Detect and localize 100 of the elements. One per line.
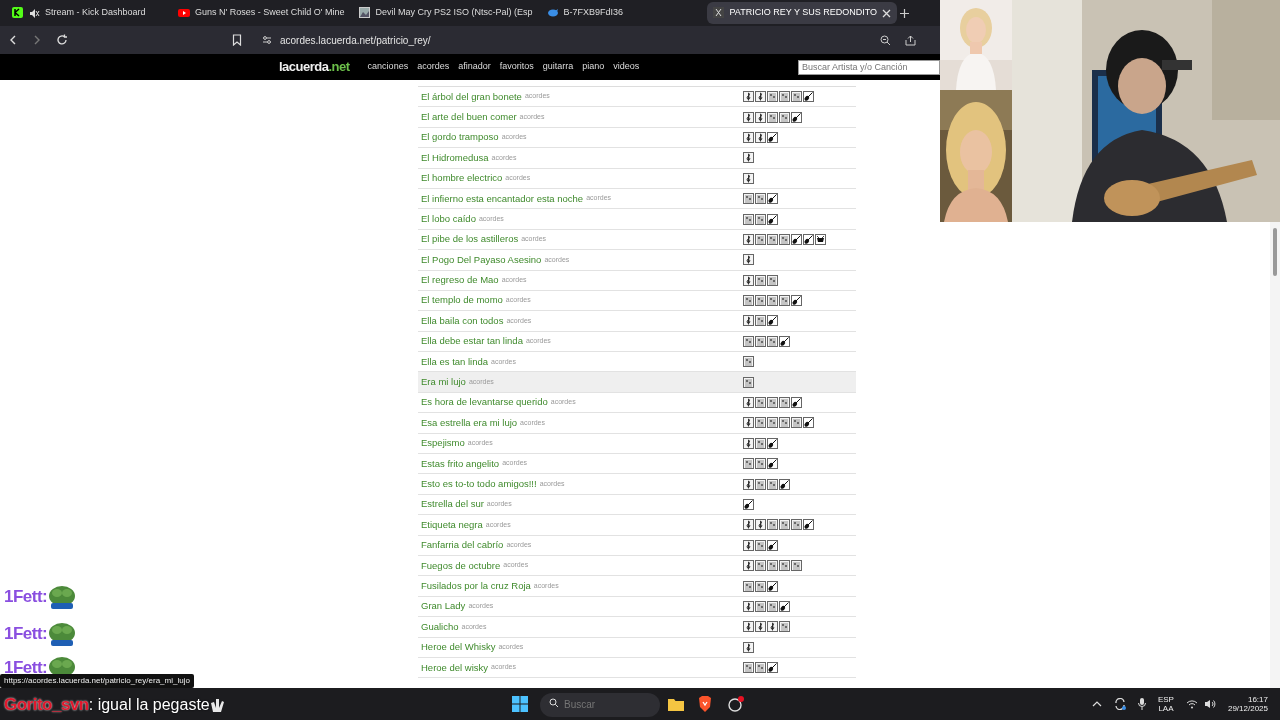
keyboard-layout[interactable]: LAA <box>1158 704 1174 714</box>
guitar-icon[interactable] <box>779 335 790 347</box>
guitar-icon[interactable] <box>791 295 802 307</box>
clef-icon[interactable] <box>743 600 754 612</box>
clef-icon[interactable] <box>743 478 754 490</box>
guitar-icon[interactable] <box>791 233 802 245</box>
clef-icon[interactable] <box>755 111 766 123</box>
guitar-icon[interactable] <box>803 519 814 531</box>
song-link[interactable]: Fanfarria del cabrío <box>421 538 504 553</box>
clef-icon[interactable] <box>743 519 754 531</box>
clef-icon[interactable] <box>743 641 754 653</box>
forward-icon[interactable] <box>32 35 42 45</box>
tablature-icon[interactable] <box>779 560 790 572</box>
tablature-icon[interactable] <box>767 274 778 286</box>
song-link[interactable]: Estrella del sur <box>421 497 484 512</box>
clef-icon[interactable] <box>743 539 754 551</box>
clef-icon[interactable] <box>743 621 754 633</box>
song-link[interactable]: El hombre electrico <box>421 171 503 186</box>
guitar-icon[interactable] <box>779 600 790 612</box>
song-link[interactable]: El árbol del gran bonete <box>421 89 522 104</box>
tablature-icon[interactable] <box>755 417 766 429</box>
tablature-icon[interactable] <box>791 91 802 103</box>
wifi-icon[interactable] <box>1185 699 1198 709</box>
song-link[interactable]: Gran Lady <box>421 599 466 614</box>
song-link[interactable]: Heroe del Whisky <box>421 640 496 655</box>
new-tab-icon[interactable] <box>899 7 911 19</box>
tablature-icon[interactable] <box>755 193 766 205</box>
song-link[interactable]: El gordo tramposo <box>421 130 499 145</box>
guitar-icon[interactable] <box>779 478 790 490</box>
tablature-icon[interactable] <box>755 315 766 327</box>
nav-link[interactable]: favoritos <box>499 60 534 74</box>
guitar-icon[interactable] <box>803 417 814 429</box>
clef-icon[interactable] <box>743 254 754 266</box>
song-link[interactable]: Ella debe estar tan linda <box>421 334 523 349</box>
clef-icon[interactable] <box>755 91 766 103</box>
back-icon[interactable] <box>8 35 18 45</box>
tablature-icon[interactable] <box>791 519 802 531</box>
tablature-icon[interactable] <box>767 397 778 409</box>
nav-link[interactable]: guitarra <box>542 60 574 74</box>
browser-tab[interactable]: Guns N' Roses - Sweet Child O' Mine <box>172 2 351 24</box>
tablature-icon[interactable] <box>755 580 766 592</box>
song-link[interactable]: Heroe del wisky <box>421 660 489 675</box>
tablature-icon[interactable] <box>755 458 766 470</box>
clef-icon[interactable] <box>743 560 754 572</box>
tablature-icon[interactable] <box>755 233 766 245</box>
guitar-icon[interactable] <box>767 662 778 674</box>
song-link[interactable]: Ella baila con todos <box>421 313 504 329</box>
tablature-icon[interactable] <box>755 478 766 490</box>
guitar-icon[interactable] <box>767 131 778 143</box>
song-link[interactable]: Era mi lujo <box>421 375 466 390</box>
song-link[interactable]: Esa estrella era mi lujo <box>421 415 518 431</box>
tablature-icon[interactable] <box>779 111 790 123</box>
sync-icon[interactable] <box>1113 698 1126 710</box>
song-link[interactable]: El arte del buen comer <box>421 109 517 125</box>
close-icon[interactable] <box>882 8 892 18</box>
guitar-icon[interactable] <box>767 437 778 449</box>
tablature-icon[interactable] <box>779 417 790 429</box>
zoom-icon[interactable] <box>880 34 891 46</box>
guitar-icon[interactable] <box>803 91 814 103</box>
tablature-icon[interactable] <box>767 91 778 103</box>
clef-icon[interactable] <box>743 397 754 409</box>
clock-date[interactable]: 29/12/2025 <box>1227 704 1268 714</box>
muted-icon[interactable] <box>29 7 40 19</box>
nav-link[interactable]: acordes <box>417 60 450 74</box>
tablature-icon[interactable] <box>743 356 754 368</box>
tablature-icon[interactable] <box>767 295 778 307</box>
guitar-icon[interactable] <box>791 397 802 409</box>
windows-start-icon[interactable] <box>512 696 528 712</box>
browser-tab[interactable]: Devil May Cry PS2 ISO (Ntsc-Pal) (Esp <box>352 2 539 24</box>
tablature-icon[interactable] <box>755 662 766 674</box>
browser-tab[interactable]: PATRICIO REY Y SUS REDONDITO <box>706 2 898 24</box>
tablature-icon[interactable] <box>743 580 754 592</box>
tablature-icon[interactable] <box>755 397 766 409</box>
tablature-icon[interactable] <box>755 295 766 307</box>
tablature-icon[interactable] <box>767 233 778 245</box>
speaker-icon[interactable] <box>1203 699 1216 709</box>
guitar-icon[interactable] <box>767 193 778 205</box>
scrollbar[interactable] <box>1270 222 1280 688</box>
site-settings-icon[interactable] <box>262 35 272 45</box>
song-link[interactable]: Es hora de levantarse querido <box>421 395 548 410</box>
drum-icon[interactable] <box>815 233 826 245</box>
share-icon[interactable] <box>905 34 916 46</box>
clef-icon[interactable] <box>743 91 754 103</box>
tablature-icon[interactable] <box>767 417 778 429</box>
bookmark-icon[interactable] <box>232 34 242 46</box>
tablature-icon[interactable] <box>767 600 778 612</box>
tablature-icon[interactable] <box>767 519 778 531</box>
tablature-icon[interactable] <box>779 91 790 103</box>
tablature-icon[interactable] <box>779 295 790 307</box>
guitar-icon[interactable] <box>743 499 754 510</box>
tablature-icon[interactable] <box>755 600 766 612</box>
song-link[interactable]: Estas frito angelito <box>421 456 500 471</box>
folder-icon[interactable] <box>668 697 684 711</box>
clef-icon[interactable] <box>743 152 754 164</box>
guitar-icon[interactable] <box>767 213 778 225</box>
guitar-icon[interactable] <box>767 580 778 592</box>
tablature-icon[interactable] <box>743 193 754 205</box>
nav-link[interactable]: afinador <box>458 60 491 74</box>
clef-icon[interactable] <box>743 437 754 449</box>
clef-icon[interactable] <box>743 131 754 143</box>
